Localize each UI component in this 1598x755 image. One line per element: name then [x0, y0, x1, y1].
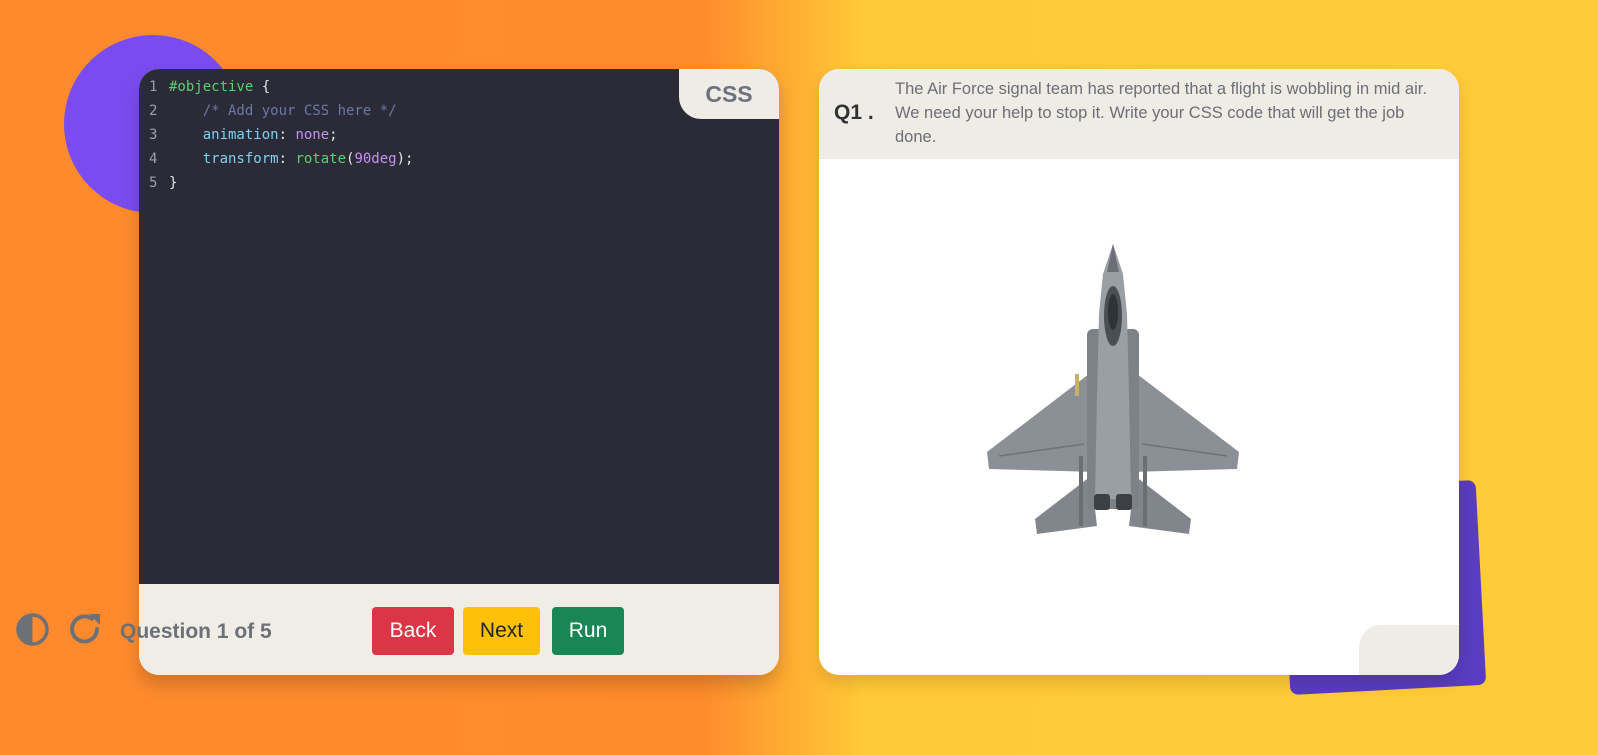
question-header: Q1 . The Air Force signal team has repor… [819, 69, 1459, 159]
question-card: Q1 . The Air Force signal team has repor… [819, 69, 1459, 675]
code-line[interactable]: 3 animation: none; [149, 123, 413, 147]
function-token: rotate [295, 151, 347, 167]
code-line[interactable]: 2 /* Add your CSS here */ [149, 99, 413, 123]
code-lines[interactable]: 1 #objective { 2 /* Add your CSS here */ … [149, 75, 413, 195]
colon-token: : [278, 151, 296, 167]
semicolon-token: ; [329, 127, 338, 143]
line-number: 2 [149, 103, 158, 119]
selector-token: #objective [169, 79, 254, 95]
colon-token: : [278, 127, 296, 143]
line-number: 3 [149, 127, 158, 143]
code-line[interactable]: 5} [149, 171, 413, 195]
line-number: 5 [149, 175, 158, 191]
line-number: 1 [149, 79, 158, 95]
property-token: animation [202, 127, 279, 143]
question-progress: Question 1 of 5 [120, 620, 272, 643]
back-button[interactable]: Back [372, 607, 454, 655]
question-card-corner [1359, 625, 1459, 675]
code-editor[interactable]: 1 #objective { 2 /* Add your CSS here */ … [139, 69, 779, 584]
redo-icon[interactable] [67, 610, 105, 648]
question-number: Q1 . [834, 101, 874, 124]
code-line[interactable]: 1 #objective { [149, 75, 413, 99]
comment-token: /* Add your CSS here */ [202, 103, 397, 119]
line-number: 4 [149, 151, 158, 167]
value-token: 90deg [354, 151, 397, 167]
question-text: The Air Force signal team has reported t… [895, 80, 1427, 146]
language-tab: CSS [679, 69, 779, 119]
fighter-jet-image [979, 244, 1247, 544]
next-button[interactable]: Next [463, 607, 540, 655]
contrast-icon[interactable] [15, 612, 50, 647]
paren-close-token: ); [396, 151, 414, 167]
brace-token: } [169, 175, 178, 191]
value-token: none [295, 127, 330, 143]
property-token: transform [202, 151, 279, 167]
brace-token: { [253, 79, 271, 95]
paren-open-token: ( [346, 151, 355, 167]
run-button[interactable]: Run [552, 607, 624, 655]
code-line[interactable]: 4 transform: rotate(90deg); [149, 147, 413, 171]
code-editor-card: 1 #objective { 2 /* Add your CSS here */ … [139, 69, 779, 675]
